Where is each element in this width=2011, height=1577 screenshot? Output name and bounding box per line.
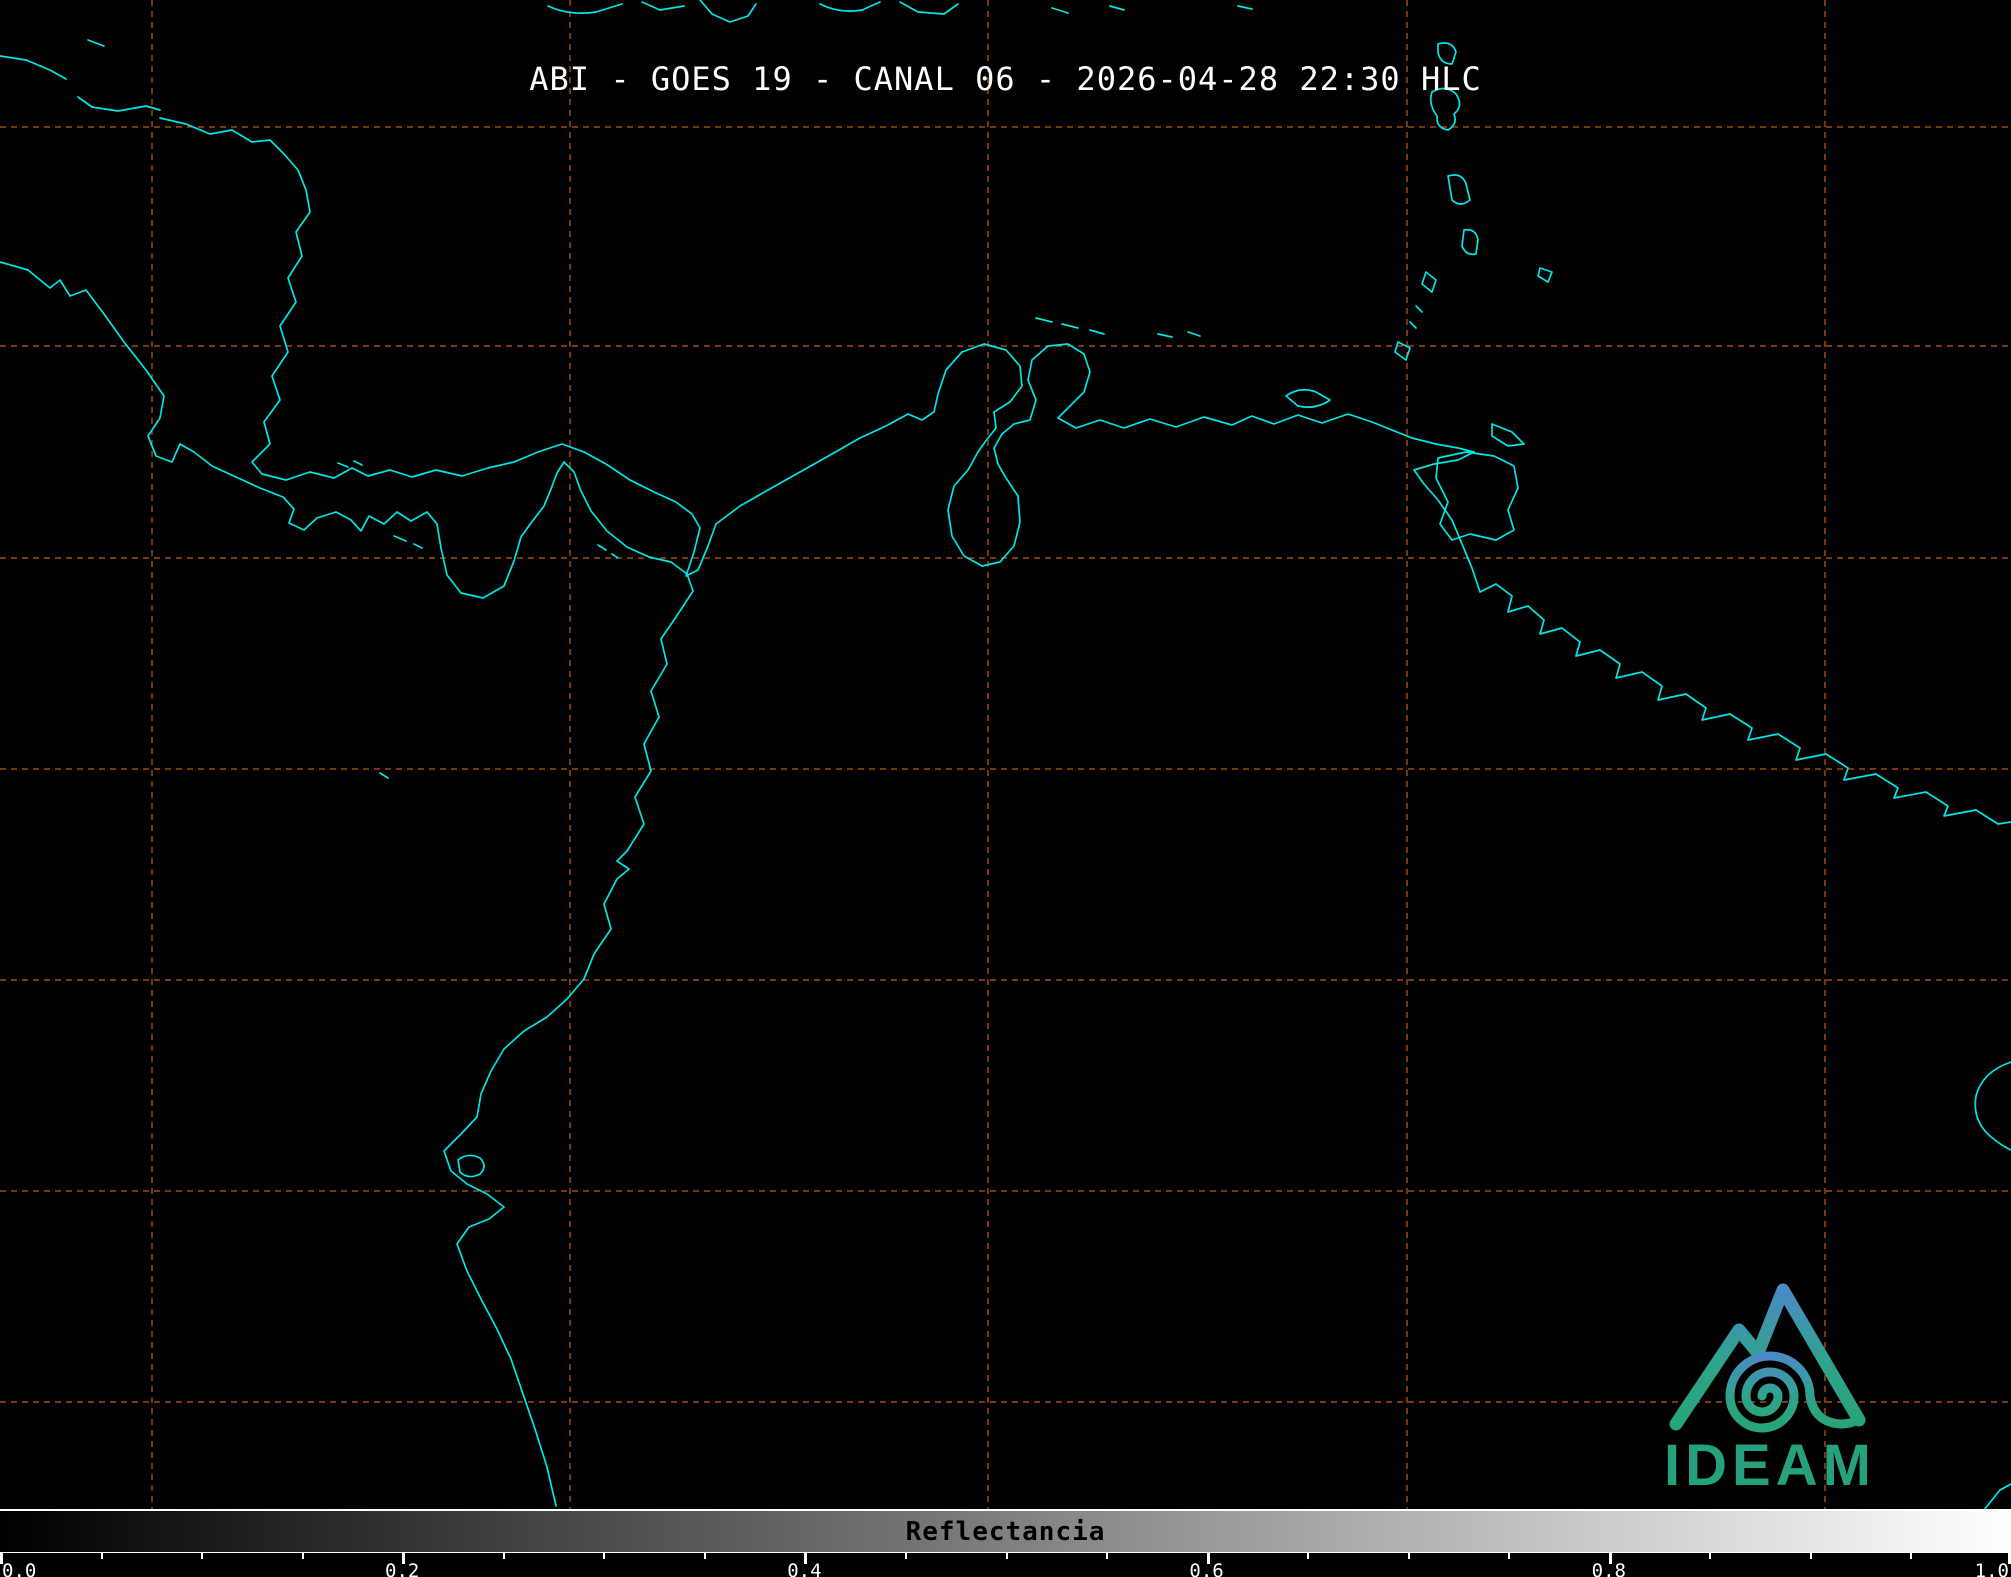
colorbar-tick-label: 1.0 [1974, 1560, 2009, 1577]
colorbar-minor-tick [1407, 1553, 1410, 1559]
colorbar-minor-tick [301, 1553, 304, 1559]
colorbar-minor-tick [1307, 1553, 1310, 1559]
colorbar-minor-tick [1809, 1553, 1812, 1559]
colorbar-gradient: Reflectancia [0, 1509, 2011, 1553]
image-title: ABI - GOES 19 - CANAL 06 - 2026-04-28 22… [529, 60, 1482, 98]
colorbar-label: Reflectancia [905, 1516, 1106, 1547]
colorbar-minor-tick [1005, 1553, 1008, 1559]
ideam-logo-text: IDEAM [1664, 1433, 1876, 1498]
colorbar-tick-label: 0.0 [2, 1560, 37, 1577]
colorbar-minor-tick [1508, 1553, 1511, 1559]
colorbar-tick-label: 0.6 [1189, 1560, 1224, 1577]
colorbar-tick-label: 0.8 [1591, 1560, 1626, 1577]
colorbar-minor-tick [1106, 1553, 1109, 1559]
colorbar-minor-tick [502, 1553, 505, 1559]
colorbar-minor-tick [703, 1553, 706, 1559]
satellite-image-viewport: ABI - GOES 19 - CANAL 06 - 2026-04-28 22… [0, 0, 2011, 1577]
colorbar-minor-tick [603, 1553, 606, 1559]
colorbar-axis: 0.0 0.2 0.4 0.6 0.8 1.0 [0, 1553, 2011, 1577]
colorbar: Reflectancia 0.0 0.2 0.4 0.6 0.8 1.0 [0, 1509, 2011, 1577]
colorbar-tick-label: 0.4 [787, 1560, 822, 1577]
colorbar-minor-tick [1910, 1553, 1913, 1559]
colorbar-minor-tick [1709, 1553, 1712, 1559]
colorbar-minor-tick [100, 1553, 103, 1559]
ideam-logo: IDEAM [1662, 1246, 1878, 1499]
colorbar-minor-tick [904, 1553, 907, 1559]
ideam-logo-icon [1669, 1283, 1866, 1433]
colorbar-minor-tick [201, 1553, 204, 1559]
colorbar-tick-label: 0.2 [385, 1560, 420, 1577]
